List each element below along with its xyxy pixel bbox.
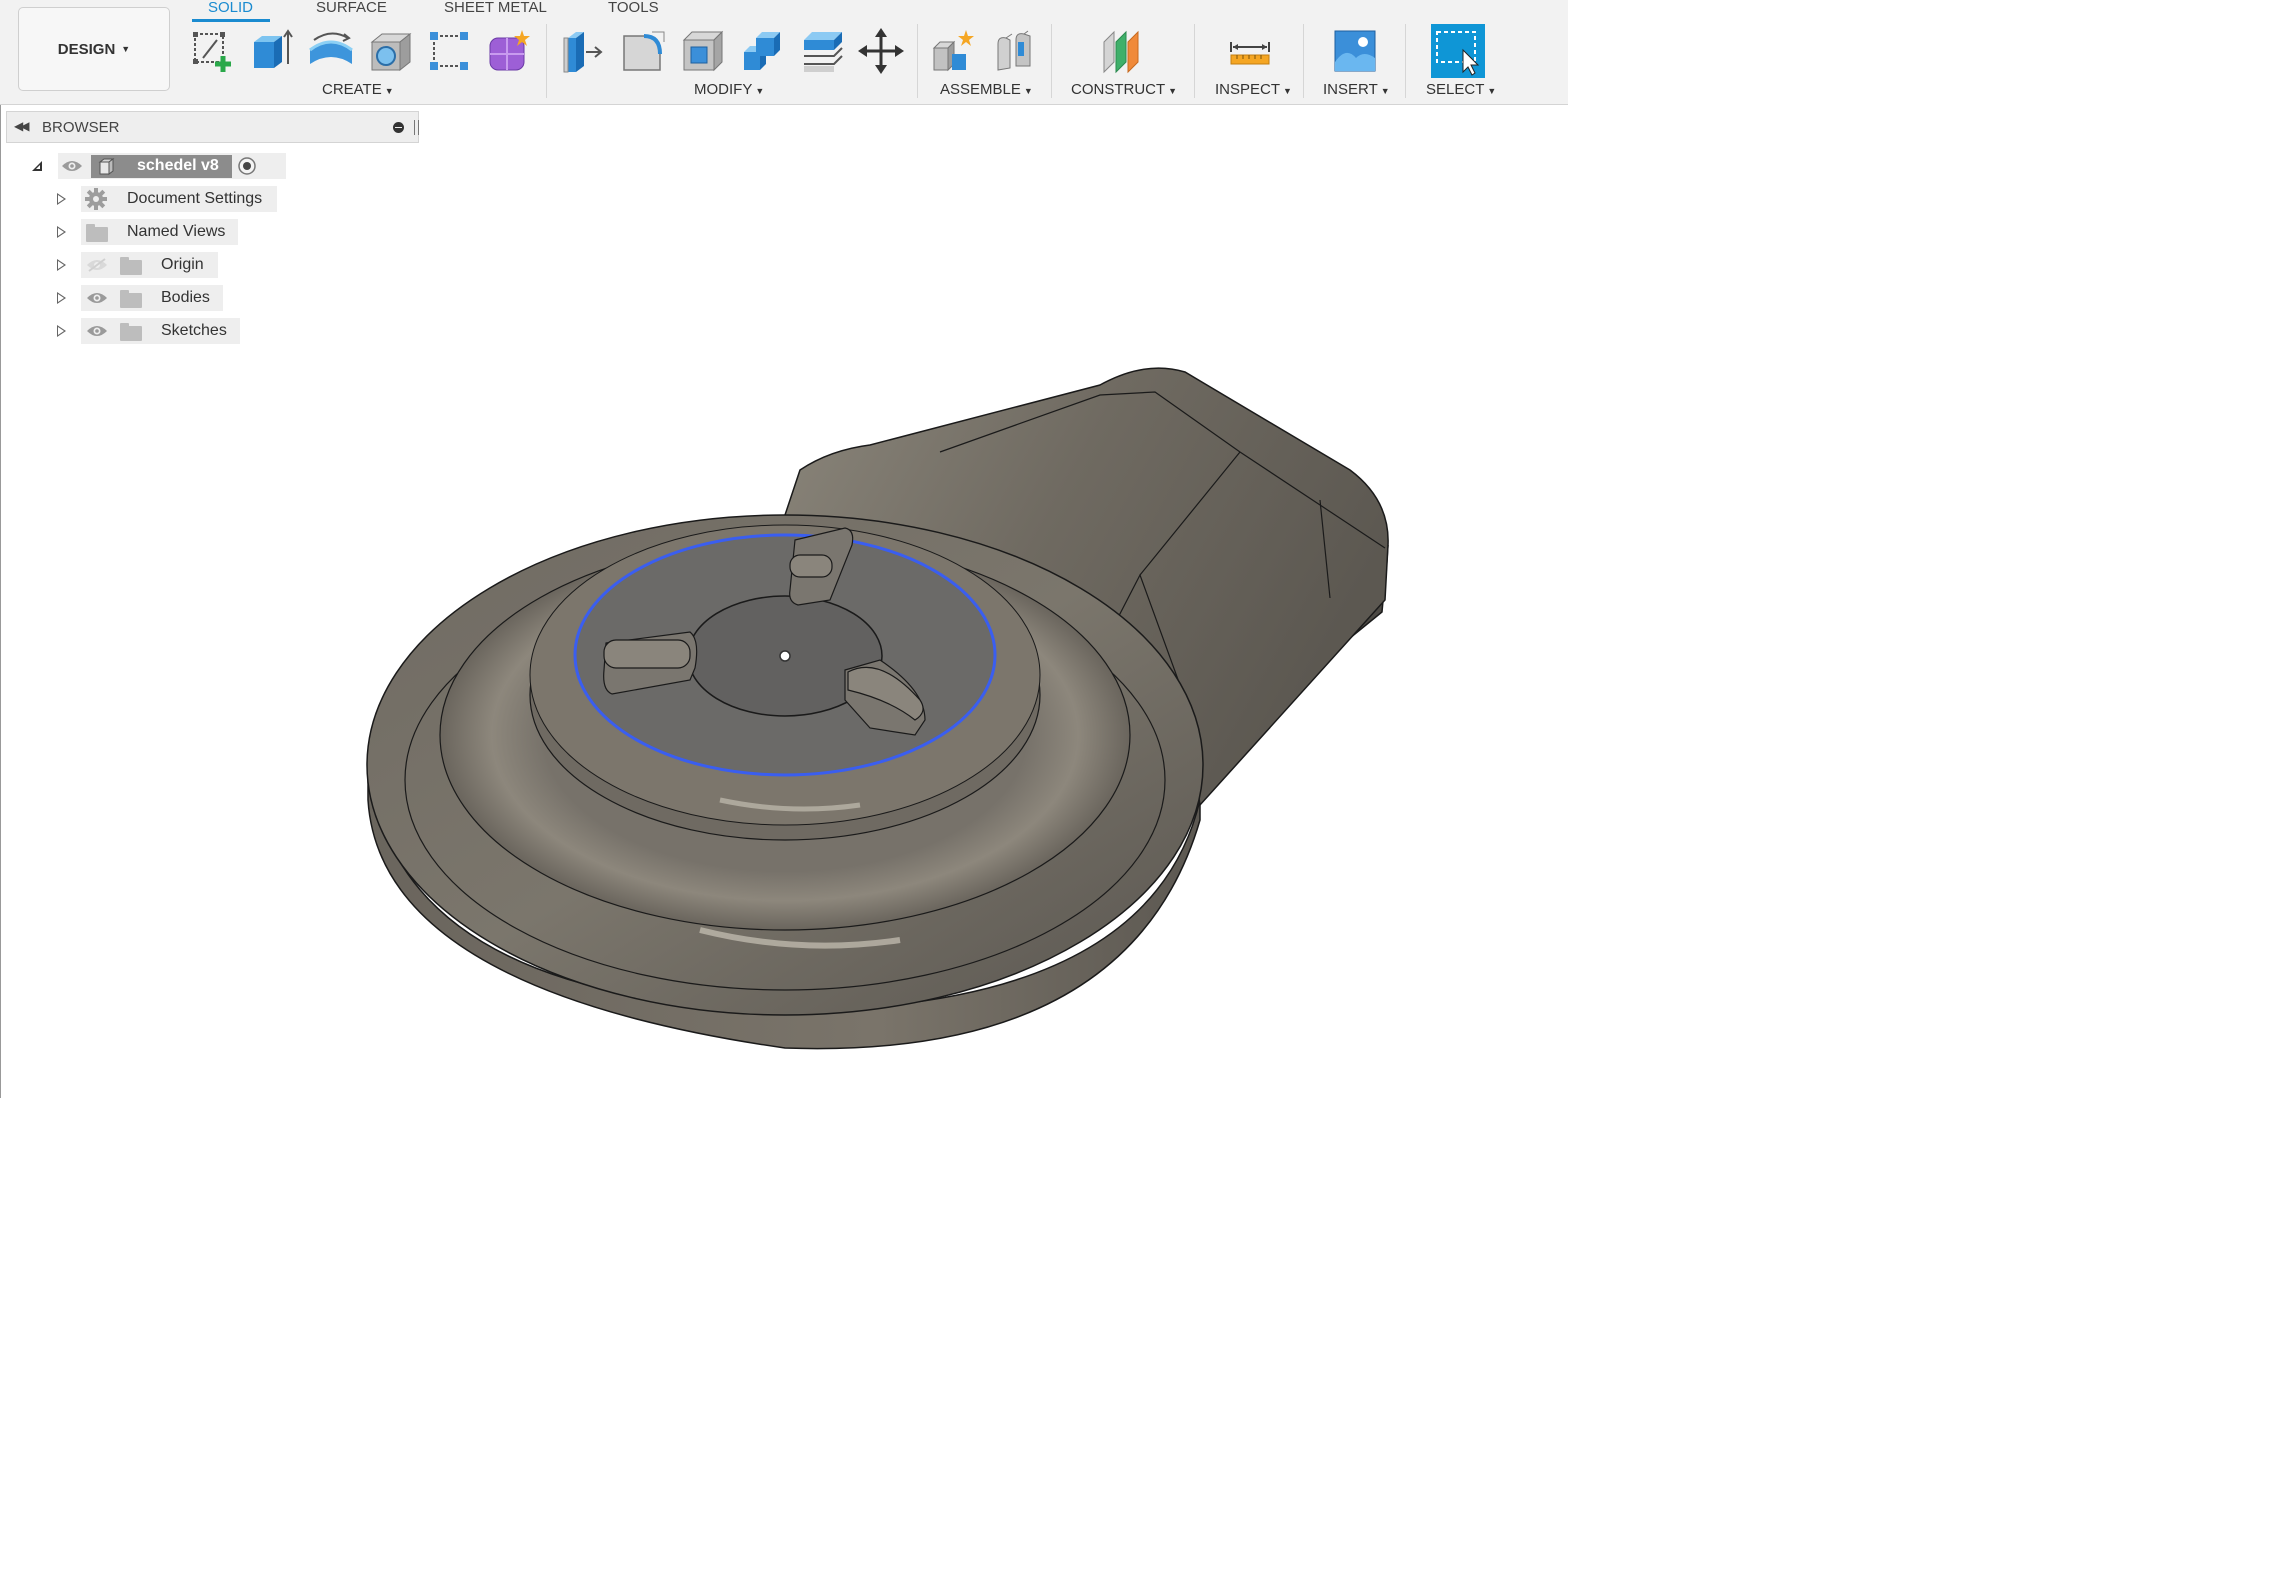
caret-down-icon: ▼ — [755, 86, 765, 96]
tab-surface[interactable]: SURFACE — [316, 0, 387, 16]
tab-solid[interactable]: SOLID — [208, 0, 253, 16]
create-sketch-icon[interactable] — [187, 26, 237, 76]
insert-image-icon[interactable] — [1330, 26, 1380, 76]
toolbar-divider — [1405, 24, 1406, 98]
modify-menu-label: MODIFY — [694, 81, 753, 98]
caret-down-icon: ▼ — [384, 86, 394, 96]
model-origin-point — [779, 650, 791, 662]
browser-item-label: Bodies — [161, 289, 210, 306]
toolbar-divider — [546, 24, 547, 98]
toolbar-divider — [917, 24, 918, 98]
browser-item-named-views[interactable]: Named Views — [0, 219, 290, 245]
folder-icon — [120, 290, 142, 308]
expand-arrow-icon[interactable] — [57, 292, 66, 304]
activate-radio-icon[interactable] — [237, 156, 257, 176]
visibility-eye-icon[interactable] — [61, 159, 83, 173]
toolbar-divider — [1051, 24, 1052, 98]
assemble-menu-label: ASSEMBLE — [940, 81, 1021, 98]
folder-icon — [86, 224, 108, 242]
caret-down-icon: ▼ — [1283, 86, 1292, 96]
pattern-icon[interactable] — [424, 26, 474, 76]
joint-icon[interactable] — [990, 26, 1040, 76]
pin-icon[interactable] — [393, 122, 404, 133]
tab-tools[interactable]: TOOLS — [608, 0, 659, 16]
create-form-icon[interactable] — [484, 26, 534, 76]
toolbar-divider — [1194, 24, 1195, 98]
gear-icon — [85, 188, 107, 210]
create-menu[interactable]: CREATE ▼ — [322, 81, 394, 98]
assemble-menu[interactable]: ASSEMBLE ▼ — [940, 81, 1033, 98]
expanded-triangle-icon[interactable] — [31, 160, 43, 172]
component-icon — [98, 158, 115, 175]
browser-item-origin[interactable]: Origin — [0, 252, 290, 278]
inspect-menu[interactable]: INSPECT ▼ — [1215, 81, 1292, 98]
active-tab-indicator — [192, 19, 270, 22]
insert-menu-label: INSERT — [1323, 81, 1378, 98]
root-component-name: schedel v8 — [137, 157, 219, 174]
create-menu-label: CREATE — [322, 81, 382, 98]
caret-down-icon: ▼ — [121, 44, 131, 54]
measure-icon[interactable] — [1225, 26, 1275, 76]
expand-arrow-icon[interactable] — [57, 226, 66, 238]
toolbar-divider — [1303, 24, 1304, 98]
shell-icon[interactable] — [678, 26, 728, 76]
fillet-icon[interactable] — [618, 26, 668, 76]
offset-face-icon[interactable] — [798, 26, 848, 76]
visibility-eye-icon[interactable] — [86, 291, 108, 305]
press-pull-icon[interactable] — [558, 26, 608, 76]
collapse-panel-icon[interactable]: ◀◀ — [14, 119, 30, 133]
expand-arrow-icon[interactable] — [57, 325, 66, 337]
browser-title: BROWSER — [42, 119, 120, 136]
workspace-label: DESIGN — [57, 40, 116, 58]
workspace-switcher[interactable]: DESIGN ▼ — [18, 7, 170, 91]
construct-menu-label: CONSTRUCT — [1071, 81, 1166, 98]
combine-icon[interactable] — [738, 26, 788, 76]
visibility-eye-icon[interactable] — [86, 324, 108, 338]
toolbar: DESIGN ▼ SOLID SURFACE SHEET METAL TOOLS — [0, 0, 1568, 105]
move-icon[interactable] — [856, 26, 906, 76]
expand-arrow-icon[interactable] — [57, 193, 66, 205]
browser-item-label: Origin — [161, 256, 204, 273]
browser-item-bodies[interactable]: Bodies — [0, 285, 290, 311]
offset-plane-icon[interactable] — [1098, 26, 1148, 76]
browser-item-label: Named Views — [127, 223, 226, 240]
browser-item-label: Sketches — [161, 322, 227, 339]
caret-down-icon: ▼ — [1380, 86, 1390, 96]
hidden-eye-icon[interactable] — [86, 258, 108, 272]
select-menu-label: SELECT — [1426, 81, 1485, 98]
expand-arrow-icon[interactable] — [57, 259, 66, 271]
browser-item-document-settings[interactable]: Document Settings — [0, 186, 290, 212]
select-menu[interactable]: SELECT ▼ — [1426, 81, 1496, 98]
browser-item-label: Document Settings — [127, 190, 263, 207]
new-component-icon[interactable] — [928, 26, 978, 76]
modify-menu[interactable]: MODIFY ▼ — [694, 81, 764, 98]
caret-down-icon: ▼ — [1023, 86, 1033, 96]
revolve-icon[interactable] — [306, 26, 356, 76]
hole-icon[interactable] — [366, 26, 416, 76]
select-window-icon[interactable] — [1431, 24, 1485, 78]
construct-menu[interactable]: CONSTRUCT ▼ — [1071, 81, 1177, 98]
inspect-menu-label: INSPECT — [1215, 81, 1281, 98]
browser-root-row[interactable]: schedel v8 — [0, 153, 286, 179]
folder-icon — [120, 257, 142, 275]
browser-header: ◀◀ BROWSER — [6, 111, 419, 143]
browser-item-sketches[interactable]: Sketches — [0, 318, 290, 344]
extrude-icon[interactable] — [246, 26, 296, 76]
insert-menu[interactable]: INSERT ▼ — [1323, 81, 1390, 98]
caret-down-icon: ▼ — [1487, 86, 1497, 96]
resize-grip-icon[interactable] — [414, 120, 419, 135]
tab-sheet-metal[interactable]: SHEET METAL — [444, 0, 547, 16]
folder-icon — [120, 323, 142, 341]
caret-down-icon: ▼ — [1168, 86, 1178, 96]
